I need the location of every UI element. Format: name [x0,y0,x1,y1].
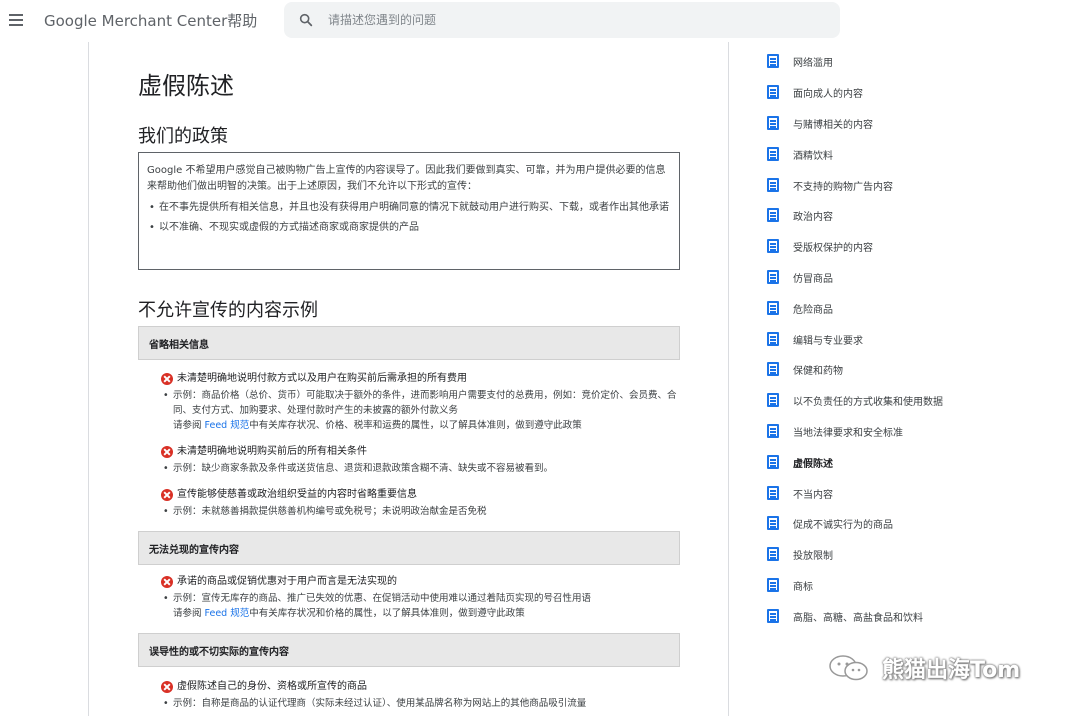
rule-item: 承诺的商品或促销优惠对于用户而言是无法实现的 示例：宣传无库存的商品、推广已失效… [161,575,681,621]
prohibited-icon [161,446,173,458]
examples-heading: 不允许宣传的内容示例 [138,300,318,321]
document-icon [767,301,779,315]
rule-example: 示例：未就慈善捐款提供慈善机构编号或免税号；未说明政治献金是否免税 [161,504,681,519]
rule-item: 宣传能够使慈善或政治组织受益的内容时省略重要信息 示例：未就慈善捐款提供慈善机构… [161,488,681,519]
rule-head: 宣传能够使慈善或政治组织受益的内容时省略重要信息 [161,488,681,502]
document-icon [767,85,779,99]
see-suffix: 中有关库存状况和价格的属性，以了解具体准则，做到遵守此政策 [249,608,525,619]
section-header[interactable]: 误导性的或不切实际的宣传内容 [138,633,680,667]
rule-head: 未清楚明确地说明付款方式以及用户在购买前后需承担的所有费用 [161,372,681,386]
policy-heading: 我们的政策 [138,126,228,147]
sidebar-item-label: 不支持的购物广告内容 [793,182,893,193]
document-icon [767,270,779,284]
document-icon [767,547,779,561]
rule-head: 虚假陈述自己的身份、资格或所宣传的商品 [161,680,681,694]
prohibited-icon [161,681,173,693]
section-title: 无法兑现的宣传内容 [149,545,239,556]
document-icon [767,147,779,161]
watermark-text: 熊猫出海Tom [882,658,1021,683]
rule-head: 承诺的商品或促销优惠对于用户而言是无法实现的 [161,575,681,589]
hamburger-menu-icon[interactable] [9,14,23,26]
rule-head-text: 未清楚明确地说明付款方式以及用户在购买前后需承担的所有费用 [177,373,467,384]
search-icon[interactable] [298,12,314,28]
policy-list: 在不事先提供所有相关信息，并且也没有获得用户明确同意的情况下就鼓动用户进行购买、… [147,201,671,235]
sidebar-item-label: 虚假陈述 [793,459,833,470]
search-input[interactable] [328,2,828,38]
document-icon [767,178,779,192]
prohibited-icon [161,576,173,588]
section-header[interactable]: 无法兑现的宣传内容 [138,531,680,565]
document-icon [767,455,779,469]
sidebar-item-label: 政治内容 [793,212,833,223]
document-icon [767,362,779,376]
feed-spec-link[interactable]: Feed 规范 [205,420,250,431]
sidebar-item-label: 受版权保护的内容 [793,243,873,254]
see-suffix: 中有关库存状况、价格、税率和运费的属性，以了解具体准则，做到遵守此政策 [249,420,582,431]
document-icon [767,486,779,500]
document-icon [767,578,779,592]
sidebar-item-label: 酒精饮料 [793,151,833,162]
sidebar-item-label: 投放限制 [793,551,833,562]
sidebar-item-label: 高脂、高糖、高盐食品和饮料 [793,613,923,624]
document-icon [767,332,779,346]
policy-box: Google 不希望用户感觉自己被购物广告上宣传的内容误导了。因此我们要做到真实… [138,152,680,270]
sidebar-item-label: 不当内容 [793,490,833,501]
document-icon [767,609,779,623]
document-icon [767,116,779,130]
prohibited-icon [161,489,173,501]
prohibited-icon [161,373,173,385]
sidebar-item-label: 商标 [793,582,813,593]
rule-example: 示例：自称是商品的认证代理商（实际未经过认证）、使用某品牌名称为网站上的其他商品… [161,696,681,711]
rule-head: 未清楚明确地说明购买前后的所有相关条件 [161,445,681,459]
section-header[interactable]: 省略相关信息 [138,326,680,360]
search-box[interactable] [284,2,840,38]
sidebar-item-label: 保健和药物 [793,366,843,377]
see-prefix: 请参阅 [173,420,205,431]
document-icon [767,393,779,407]
section-title: 省略相关信息 [149,340,209,351]
sidebar-item-label: 与赌博相关的内容 [793,120,873,131]
sidebar-item-label: 危险商品 [793,305,833,316]
see-prefix: 请参阅 [173,608,205,619]
sidebar-item-label: 网络滥用 [793,58,833,69]
sidebar-item-label: 面向成人的内容 [793,89,863,100]
rule-item: 未清楚明确地说明付款方式以及用户在购买前后需承担的所有费用 示例：商品价格（总价… [161,372,681,433]
section-title: 误导性的或不切实际的宣传内容 [149,647,289,658]
page-title: 虚假陈述 [138,72,234,100]
rule-see-also: 请参阅 Feed 规范中有关库存状况、价格、税率和运费的属性，以了解具体准则，做… [161,418,681,433]
sidebar-item-label: 仿冒商品 [793,274,833,285]
rule-head-text: 承诺的商品或促销优惠对于用户而言是无法实现的 [177,576,397,587]
policy-sidebar-nav: 网络滥用 面向成人的内容 与赌博相关的内容 酒精饮料 不支持的购物广告内容 政治… [729,42,1080,716]
document-icon [767,54,779,68]
sidebar-item-label: 以不负责任的方式收集和使用数据 [793,397,943,408]
rule-head-text: 未清楚明确地说明购买前后的所有相关条件 [177,446,367,457]
sidebar-item-label: 当地法律要求和安全标准 [793,428,903,439]
document-icon [767,239,779,253]
document-icon [767,516,779,530]
document-icon [767,424,779,438]
rule-head-text: 宣传能够使慈善或政治组织受益的内容时省略重要信息 [177,489,417,500]
rule-example: 示例：商品价格（总价、货币）可能取决于额外的条件，进而影响用户需要支付的总费用，… [161,388,681,418]
rule-example: 示例：宣传无库存的商品、推广已失效的优惠、在促销活动中使用难以通过着陆页实现的号… [161,591,681,606]
rule-head-text: 虚假陈述自己的身份、资格或所宣传的商品 [177,681,367,692]
sidebar-item-label: 编辑与专业要求 [793,336,863,347]
policy-intro: Google 不希望用户感觉自己被购物广告上宣传的内容误导了。因此我们要做到真实… [147,165,666,192]
app-title[interactable]: Google Merchant Center帮助 [44,10,257,31]
document-icon [767,208,779,222]
top-app-bar: Google Merchant Center帮助 [0,0,1080,42]
policy-item: 在不事先提供所有相关信息，并且也没有获得用户明确同意的情况下就鼓动用户进行购买、… [147,201,671,215]
rule-example: 示例：缺少商家条款及条件或送货信息、退货和退款政策含糊不清、缺失或不容易被看到。 [161,461,681,476]
wechat-icon [829,655,868,681]
rule-see-also: 请参阅 Feed 规范中有关库存状况和价格的属性，以了解具体准则，做到遵守此政策 [161,606,681,621]
sidebar-item-label: 促成不诚实行为的商品 [793,520,893,531]
feed-spec-link[interactable]: Feed 规范 [205,608,250,619]
article-content: 虚假陈述 我们的政策 Google 不希望用户感觉自己被购物广告上宣传的内容误导… [88,42,729,716]
rule-item: 虚假陈述自己的身份、资格或所宣传的商品 示例：自称是商品的认证代理商（实际未经过… [161,680,681,711]
rule-item: 未清楚明确地说明购买前后的所有相关条件 示例：缺少商家条款及条件或送货信息、退货… [161,445,681,476]
policy-item: 以不准确、不现实或虚假的方式描述商家或商家提供的产品 [147,221,671,235]
